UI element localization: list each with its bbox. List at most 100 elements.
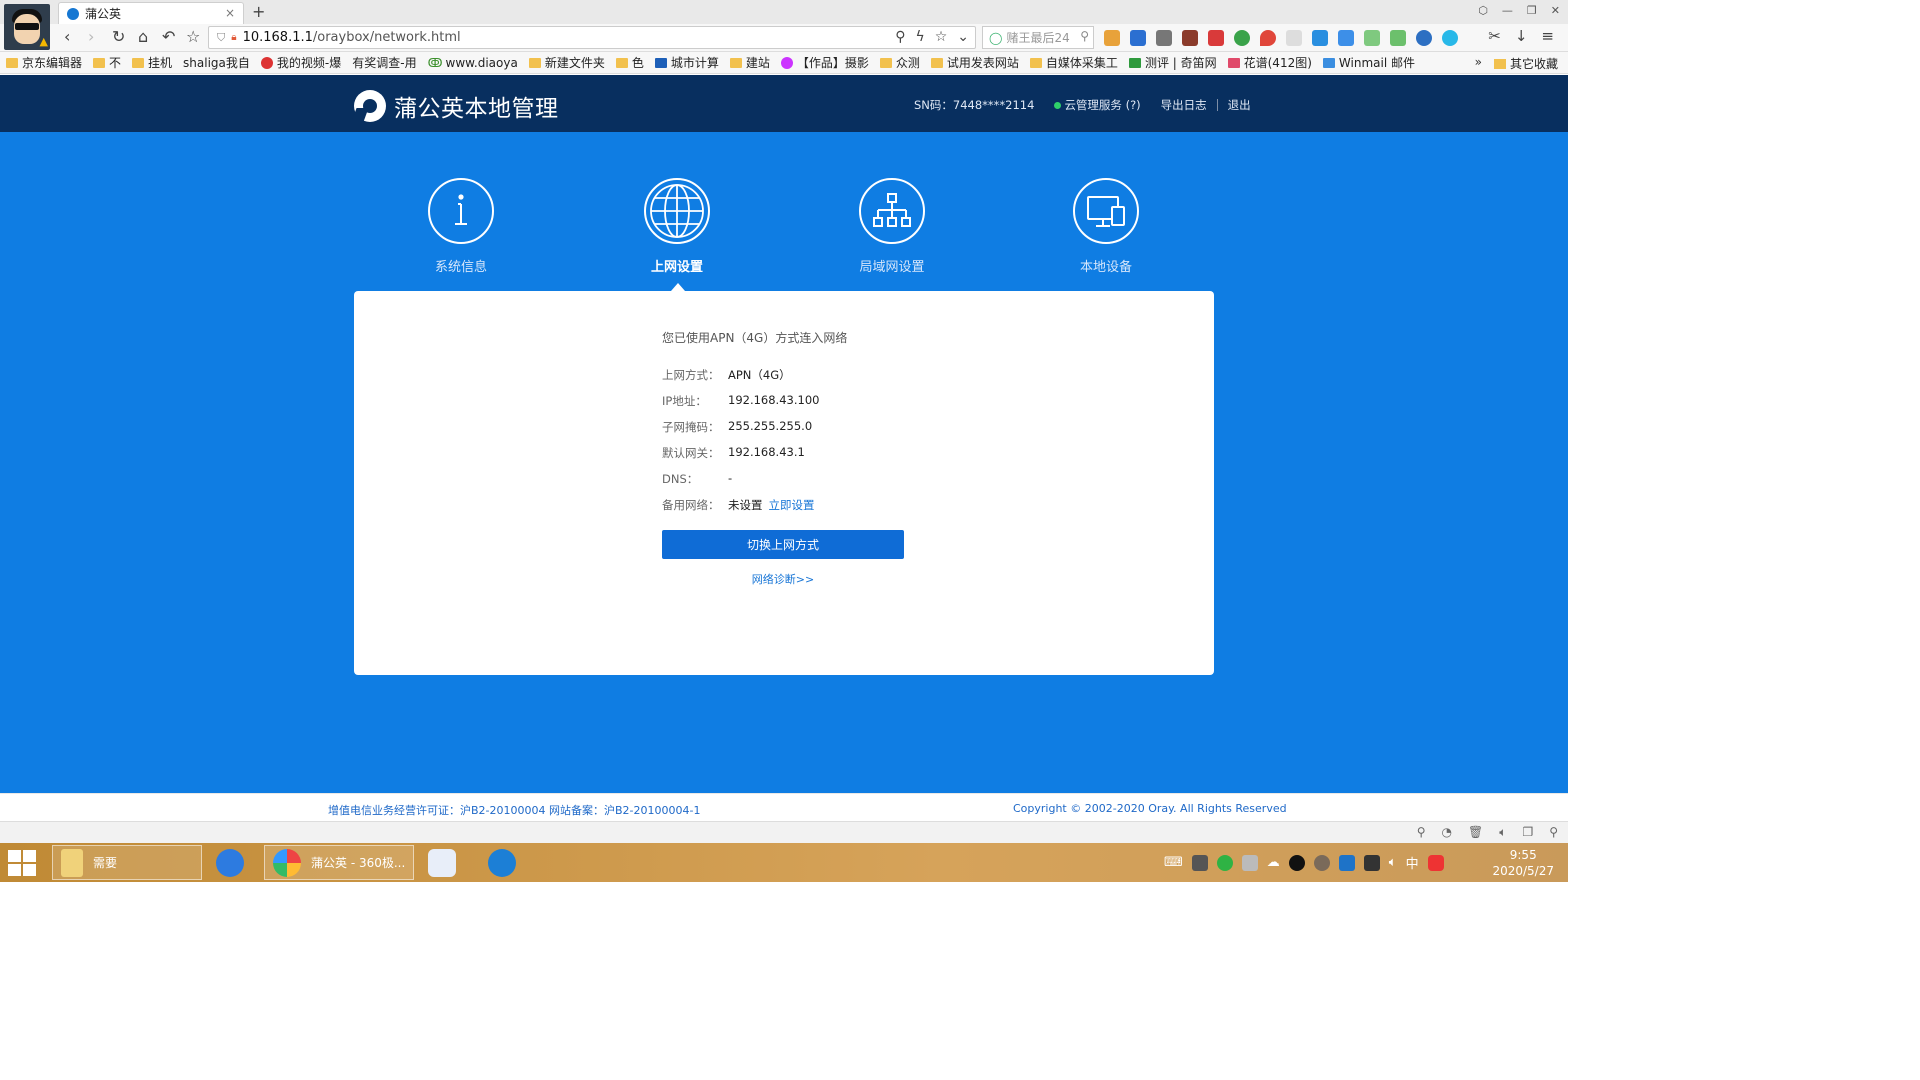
taskbar-edge[interactable] [488, 845, 526, 880]
bookmark-item[interactable]: 自媒体采集工 [1029, 54, 1118, 71]
back-icon[interactable]: ‹ [64, 27, 70, 46]
bookmark-item[interactable]: 城市计算 [654, 54, 719, 71]
speed-mode-icon[interactable]: ϟ [915, 29, 924, 45]
switch-connection-button[interactable]: 切换上网方式 [662, 530, 904, 559]
sogou-ime-icon[interactable] [1427, 854, 1444, 871]
bookmark-item[interactable]: 试用发表网站 [930, 54, 1019, 71]
cloud-app-icon[interactable] [1338, 30, 1354, 46]
bookmark-item[interactable]: 【作品】摄影 [780, 54, 869, 71]
download-icon[interactable]: ↓ [1515, 27, 1528, 45]
folder-icon [6, 57, 18, 68]
tray-ball-icon[interactable] [1313, 854, 1330, 871]
bookmark-item[interactable]: 众测 [879, 54, 920, 71]
network-icon[interactable] [1241, 854, 1258, 871]
restore-icon[interactable]: ❐ [1527, 4, 1537, 17]
info-row-gateway: 默认网关： 192.168.43.1 [662, 445, 805, 461]
dropdown-chevron-icon[interactable]: ⌄ [957, 29, 969, 45]
scissors-icon[interactable]: ✂ [1488, 27, 1501, 45]
notes-icon[interactable] [1286, 30, 1302, 46]
logout-link[interactable]: 退出 [1228, 97, 1251, 113]
other-bookmarks[interactable]: 其它收藏 [1493, 55, 1558, 72]
security-shield-icon[interactable]: ⛉ [217, 31, 225, 45]
license-link[interactable]: 增值电信业务经营许可证：沪B2-20100004 网站备案：沪B2-201000… [328, 802, 700, 818]
accelerate-icon[interactable]: ◔ [1442, 825, 1452, 840]
bookmark-item[interactable]: 色 [615, 54, 644, 71]
speaker-icon[interactable]: 🔈︎ [1389, 855, 1397, 870]
network-diagnose-link[interactable]: 网络诊断>> [662, 571, 904, 587]
zoom-search-icon[interactable]: ⚲ [1549, 825, 1558, 840]
devices-icon [1073, 178, 1139, 244]
green-app-icon[interactable] [1390, 30, 1406, 46]
taskbar-sogou[interactable] [216, 845, 254, 880]
ime-indicator[interactable]: 中 [1406, 853, 1419, 872]
bookmark-item[interactable]: 不 [93, 54, 121, 71]
bookmark-star-icon[interactable]: ☆ [186, 27, 200, 46]
zoom-icon[interactable]: ⚲ [895, 29, 905, 45]
bookmark-item[interactable]: 测评 | 奇笛网 [1128, 54, 1217, 71]
translate-icon[interactable] [1130, 30, 1146, 46]
taskbar-browser-window[interactable]: 蒲公英 - 360极... [264, 845, 414, 880]
bookmark-item[interactable]: Winmail 邮件 [1322, 54, 1415, 71]
search-input[interactable]: ◯ 赌王最后24 ⚲ [982, 26, 1094, 49]
tray-dark-icon[interactable] [1363, 854, 1380, 871]
bookmark-item[interactable]: 花谱(412图) [1227, 54, 1312, 71]
calligraphy-icon[interactable] [1156, 30, 1172, 46]
pin-icon[interactable]: ⚲ [1417, 825, 1426, 840]
map-pin-icon[interactable] [1260, 30, 1276, 46]
app-grid-icon[interactable] [1104, 30, 1120, 46]
bookmark-item[interactable]: 新建文件夹 [528, 54, 605, 71]
system-clock[interactable]: 9:55 2020/5/27 [1492, 847, 1554, 879]
leaf-icon[interactable] [1364, 30, 1380, 46]
new-tab-button[interactable]: + [252, 2, 265, 21]
recycle-icon[interactable] [1234, 30, 1250, 46]
folder-app-icon[interactable] [1312, 30, 1328, 46]
close-window-icon[interactable]: ✕ [1551, 4, 1560, 17]
minimize-icon[interactable]: — [1502, 4, 1513, 17]
bookmark-item[interactable]: 京东编辑器 [6, 54, 82, 71]
screenshot-icon[interactable] [1182, 30, 1198, 46]
tray-blue-icon[interactable] [1338, 854, 1355, 871]
home-icon[interactable]: ⌂ [138, 27, 148, 46]
search-icon[interactable]: ⚲ [1080, 29, 1089, 43]
trash-icon[interactable]: 🗑︎ [1468, 825, 1483, 840]
address-bar[interactable]: ⛉ 🔒︎ 10.168.1.1/oraybox/network.html ⚲ ϟ… [208, 26, 976, 49]
menu-icon[interactable]: ≡ [1541, 27, 1554, 45]
insecure-lock-icon[interactable]: 🔒︎ [231, 32, 236, 43]
windows-start-icon[interactable] [8, 850, 38, 876]
bookmark-item[interactable]: 建站 [729, 54, 770, 71]
tray-app-icon[interactable] [1191, 854, 1208, 871]
favorite-star-icon[interactable]: ☆ [935, 29, 948, 45]
keyboard-icon[interactable]: ⌨ [1164, 855, 1183, 870]
export-log-link[interactable]: 导出日志 [1161, 97, 1207, 113]
blue-circle-icon[interactable] [1416, 30, 1432, 46]
forward-icon[interactable]: › [88, 27, 94, 46]
nav-local-devices[interactable]: 本地设备 [1046, 178, 1166, 275]
user-avatar[interactable]: ▲ [4, 4, 50, 50]
diaoyan-icon: ↂ [427, 55, 443, 70]
setup-now-link[interactable]: 立即设置 [769, 498, 815, 512]
wechat-icon[interactable] [1216, 854, 1233, 871]
reload-icon[interactable]: ↻ [112, 27, 125, 46]
skin-icon[interactable]: ⬡ [1478, 4, 1488, 17]
taskbar-feishu[interactable] [428, 845, 466, 880]
qq-icon[interactable] [1288, 854, 1305, 871]
taskbar-explorer-window[interactable]: 需要 [52, 845, 202, 880]
bookmark-item[interactable]: shaliga我自 [183, 54, 250, 71]
p-app-icon[interactable] [1442, 30, 1458, 46]
bookmark-item[interactable]: 有奖调查-用 [352, 54, 416, 71]
undo-close-icon[interactable]: ↶ [162, 27, 175, 46]
bookmark-item[interactable]: ↂ www.diaoya [428, 56, 518, 70]
volume-icon[interactable]: 🔈︎ [1499, 825, 1506, 840]
bookmark-item[interactable]: 我的视频-爆 [260, 54, 341, 71]
nav-system-info[interactable]: 系统信息 [401, 178, 521, 275]
tab-active[interactable]: 蒲公英 × [58, 2, 244, 24]
nav-internet-settings[interactable]: 上网设置 [617, 178, 737, 275]
cloud-service-link[interactable]: 云管理服务 (?) [1064, 97, 1140, 113]
window-icon[interactable]: ❐ [1522, 825, 1533, 840]
red-app-icon[interactable] [1208, 30, 1224, 46]
nav-lan-settings[interactable]: 局域网设置 [832, 178, 952, 275]
cloud-icon[interactable]: ☁ [1267, 855, 1280, 870]
bookmark-item[interactable]: 挂机 [132, 54, 172, 71]
tab-close-icon[interactable]: × [225, 6, 235, 20]
bookmarks-more-button[interactable]: » [1475, 55, 1482, 69]
